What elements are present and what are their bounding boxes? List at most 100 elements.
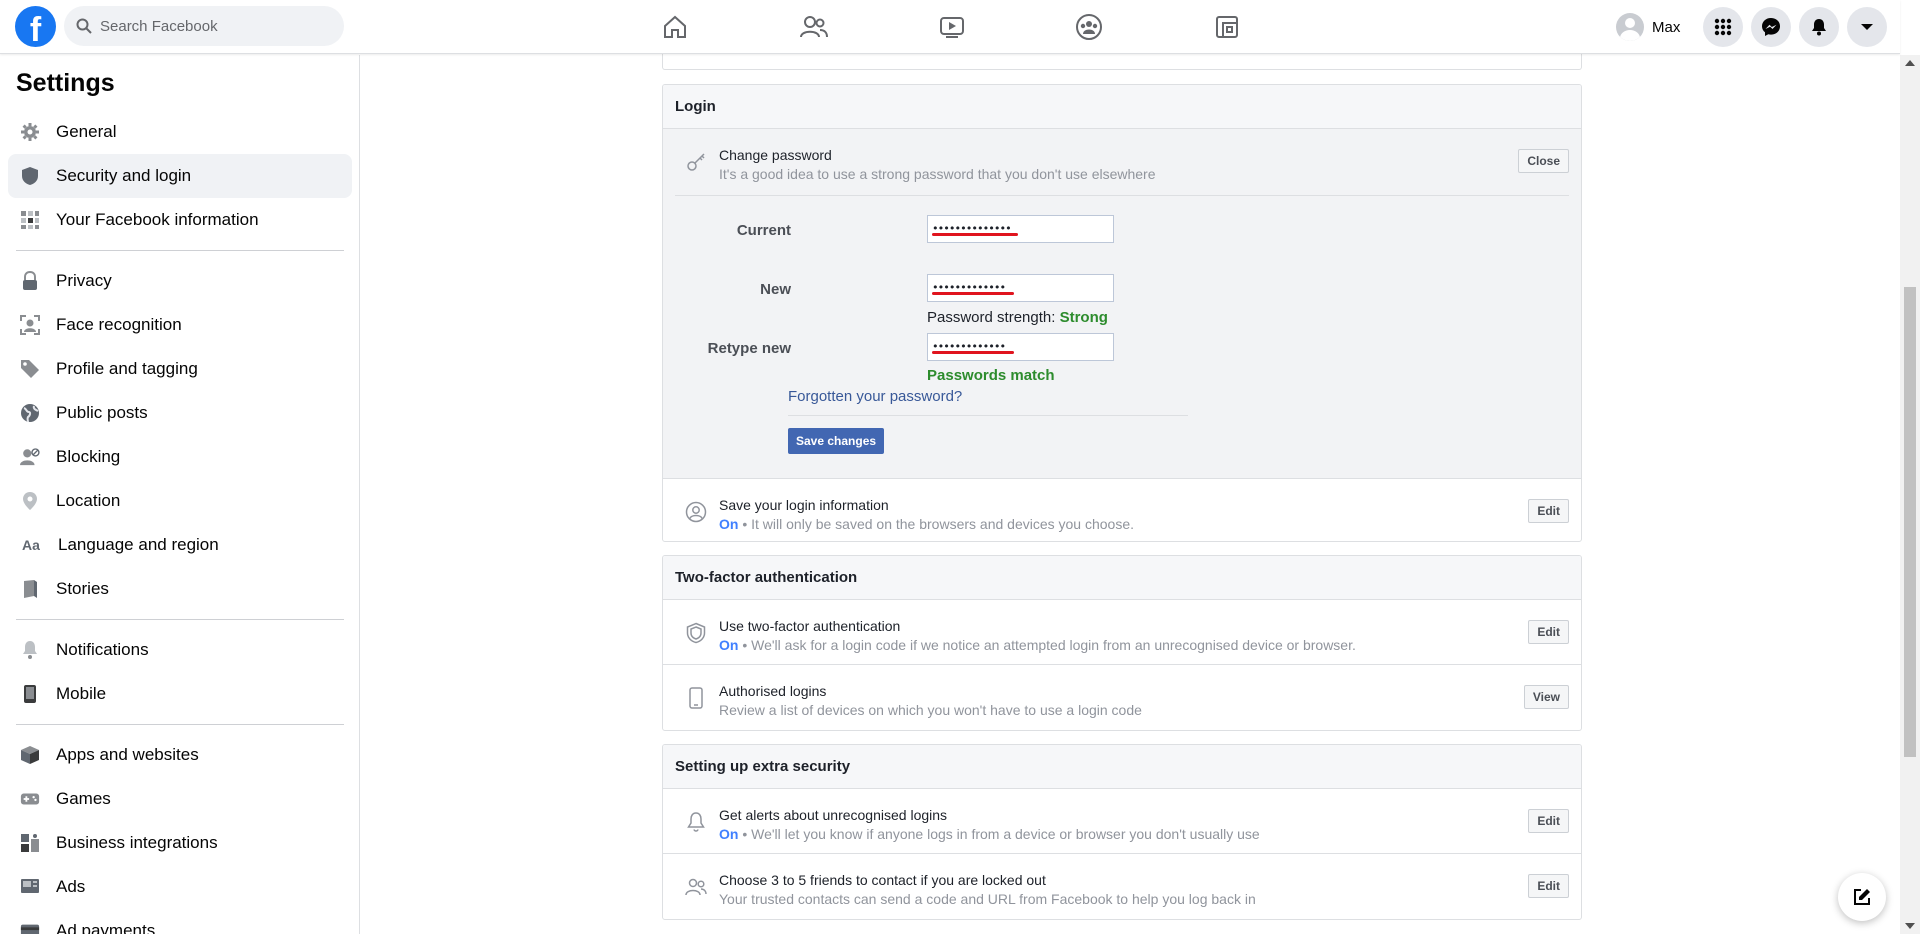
- sidebar-item-apps-websites[interactable]: Apps and websites: [8, 733, 352, 777]
- search-icon: [76, 18, 92, 34]
- strength-value: Strong: [1059, 309, 1108, 326]
- authorised-logins-desc: Review a list of devices on which you wo…: [719, 702, 1142, 718]
- divider: [788, 415, 1188, 416]
- sidebar-item-label: Business integrations: [56, 833, 218, 852]
- friends-icon: [685, 876, 707, 898]
- sidebar-item-language[interactable]: Aa Language and region: [8, 523, 352, 567]
- chevron-down-icon: [1861, 24, 1873, 30]
- book-icon: [20, 579, 40, 599]
- save-login-row: Save your login information On • It will…: [663, 479, 1581, 541]
- sidebar-item-privacy[interactable]: Privacy: [8, 259, 352, 303]
- new-password-input[interactable]: •••••••••••••: [927, 274, 1114, 302]
- divider: [675, 195, 1569, 196]
- sidebar-item-label: Games: [56, 789, 111, 808]
- sidebar-item-facebook-info[interactable]: Your Facebook information: [8, 198, 352, 242]
- menu-grid-icon: [1714, 18, 1732, 36]
- scroll-down-icon[interactable]: [1905, 923, 1915, 929]
- location-pin-icon: [20, 491, 40, 511]
- password-strength: Password strength: Strong: [927, 309, 1108, 326]
- messenger-button[interactable]: [1751, 7, 1791, 47]
- friends-icon[interactable]: [797, 10, 831, 44]
- profile-button[interactable]: Max: [1616, 9, 1680, 45]
- grid-icon: [20, 210, 40, 230]
- sidebar-item-label: Security and login: [56, 166, 192, 185]
- sidebar-item-notifications[interactable]: Notifications: [8, 628, 352, 672]
- trusted-friends-title: Choose 3 to 5 friends to contact if you …: [719, 872, 1046, 888]
- login-panel-title: Login: [663, 85, 1581, 129]
- notifications-button[interactable]: [1799, 7, 1839, 47]
- bell-icon: [1812, 19, 1826, 36]
- sidebar-item-face-recognition[interactable]: Face recognition: [8, 303, 352, 347]
- login-alerts-title: Get alerts about unrecognised logins: [719, 807, 948, 823]
- user-circle-icon: [685, 501, 707, 523]
- bell-icon: [20, 640, 40, 660]
- sidebar-item-label: Stories: [56, 579, 109, 598]
- scroll-up-icon[interactable]: [1905, 60, 1915, 66]
- sidebar-item-ads[interactable]: Ads: [8, 865, 352, 909]
- phone-icon: [685, 687, 707, 709]
- edit-button[interactable]: Edit: [1528, 620, 1569, 644]
- retype-password-input[interactable]: •••••••••••••: [927, 333, 1114, 361]
- change-password-section: Change password It's a good idea to use …: [663, 129, 1581, 479]
- edit-button[interactable]: Edit: [1528, 499, 1569, 523]
- sidebar-item-location[interactable]: Location: [8, 479, 352, 523]
- sidebar-item-security[interactable]: Security and login: [8, 154, 352, 198]
- gaming-icon[interactable]: [1210, 10, 1244, 44]
- sidebar-item-games[interactable]: Games: [8, 777, 352, 821]
- sidebar-item-mobile[interactable]: Mobile: [8, 672, 352, 716]
- face-icon: [20, 315, 40, 335]
- cube-icon: [20, 745, 40, 765]
- avatar: [1616, 13, 1644, 41]
- login-panel: Login Change password It's a good idea t…: [662, 84, 1582, 542]
- menu-grid-button[interactable]: [1703, 7, 1743, 47]
- use-2fa-title: Use two-factor authentication: [719, 618, 901, 634]
- sidebar-item-blocking[interactable]: Blocking: [8, 435, 352, 479]
- home-icon[interactable]: [658, 10, 692, 44]
- sidebar-item-ad-payments[interactable]: Ad payments: [8, 909, 352, 934]
- sidebar-item-label: Your Facebook information: [56, 210, 259, 229]
- current-password-input[interactable]: ••••••••••••••: [927, 215, 1114, 243]
- edit-button[interactable]: Edit: [1528, 809, 1569, 833]
- sidebar-item-label: Blocking: [56, 447, 121, 466]
- forgot-password-link[interactable]: Forgotten your password?: [788, 388, 962, 405]
- sidebar-item-profile-tagging[interactable]: Profile and tagging: [8, 347, 352, 391]
- search-box[interactable]: [64, 6, 344, 46]
- two-factor-panel: Two-factor authentication Use two-factor…: [662, 555, 1582, 731]
- retype-password-label: Retype new: [707, 340, 791, 357]
- passwords-match-text: Passwords match: [927, 367, 1055, 384]
- edit-button[interactable]: Edit: [1528, 874, 1569, 898]
- use-2fa-desc: On • We'll ask for a login code if we no…: [719, 637, 1356, 653]
- save-changes-button[interactable]: Save changes: [788, 428, 885, 454]
- two-factor-panel-title: Two-factor authentication: [663, 556, 1581, 600]
- globe-icon: [20, 403, 40, 423]
- account-menu-button[interactable]: [1847, 7, 1887, 47]
- tag-icon: [20, 359, 40, 379]
- sidebar-item-stories[interactable]: Stories: [8, 567, 352, 611]
- trusted-friends-desc: Your trusted contacts can send a code an…: [719, 891, 1256, 907]
- status-on: On: [719, 826, 739, 842]
- sidebar-item-label: General: [56, 122, 117, 141]
- sidebar-item-business[interactable]: Business integrations: [8, 821, 352, 865]
- block-user-icon: [20, 447, 40, 467]
- change-password-header: Change password It's a good idea to use …: [663, 129, 1581, 195]
- save-login-desc: On • It will only be saved on the browse…: [719, 516, 1135, 532]
- search-input[interactable]: [100, 17, 320, 35]
- login-alerts-row: Get alerts about unrecognised logins On …: [663, 789, 1581, 854]
- scrollbar-thumb[interactable]: [1904, 287, 1916, 757]
- sidebar-item-label: Privacy: [56, 271, 112, 290]
- red-underline-annotation: [932, 292, 1014, 295]
- close-button[interactable]: Close: [1518, 149, 1569, 173]
- watch-icon[interactable]: [935, 10, 969, 44]
- messenger-icon: [1762, 18, 1780, 36]
- new-password-label: New: [760, 281, 791, 298]
- page-scrollbar[interactable]: [1900, 55, 1920, 934]
- new-message-button[interactable]: [1838, 873, 1886, 921]
- sidebar-item-label: Mobile: [56, 684, 107, 703]
- sidebar-item-public-posts[interactable]: Public posts: [8, 391, 352, 435]
- view-button[interactable]: View: [1523, 685, 1569, 709]
- sidebar-item-label: Ads: [56, 877, 86, 896]
- sidebar-item-general[interactable]: General: [8, 110, 352, 154]
- groups-icon[interactable]: [1072, 10, 1106, 44]
- facebook-logo-icon[interactable]: f: [15, 6, 56, 47]
- sidebar-item-label: Language and region: [58, 535, 219, 554]
